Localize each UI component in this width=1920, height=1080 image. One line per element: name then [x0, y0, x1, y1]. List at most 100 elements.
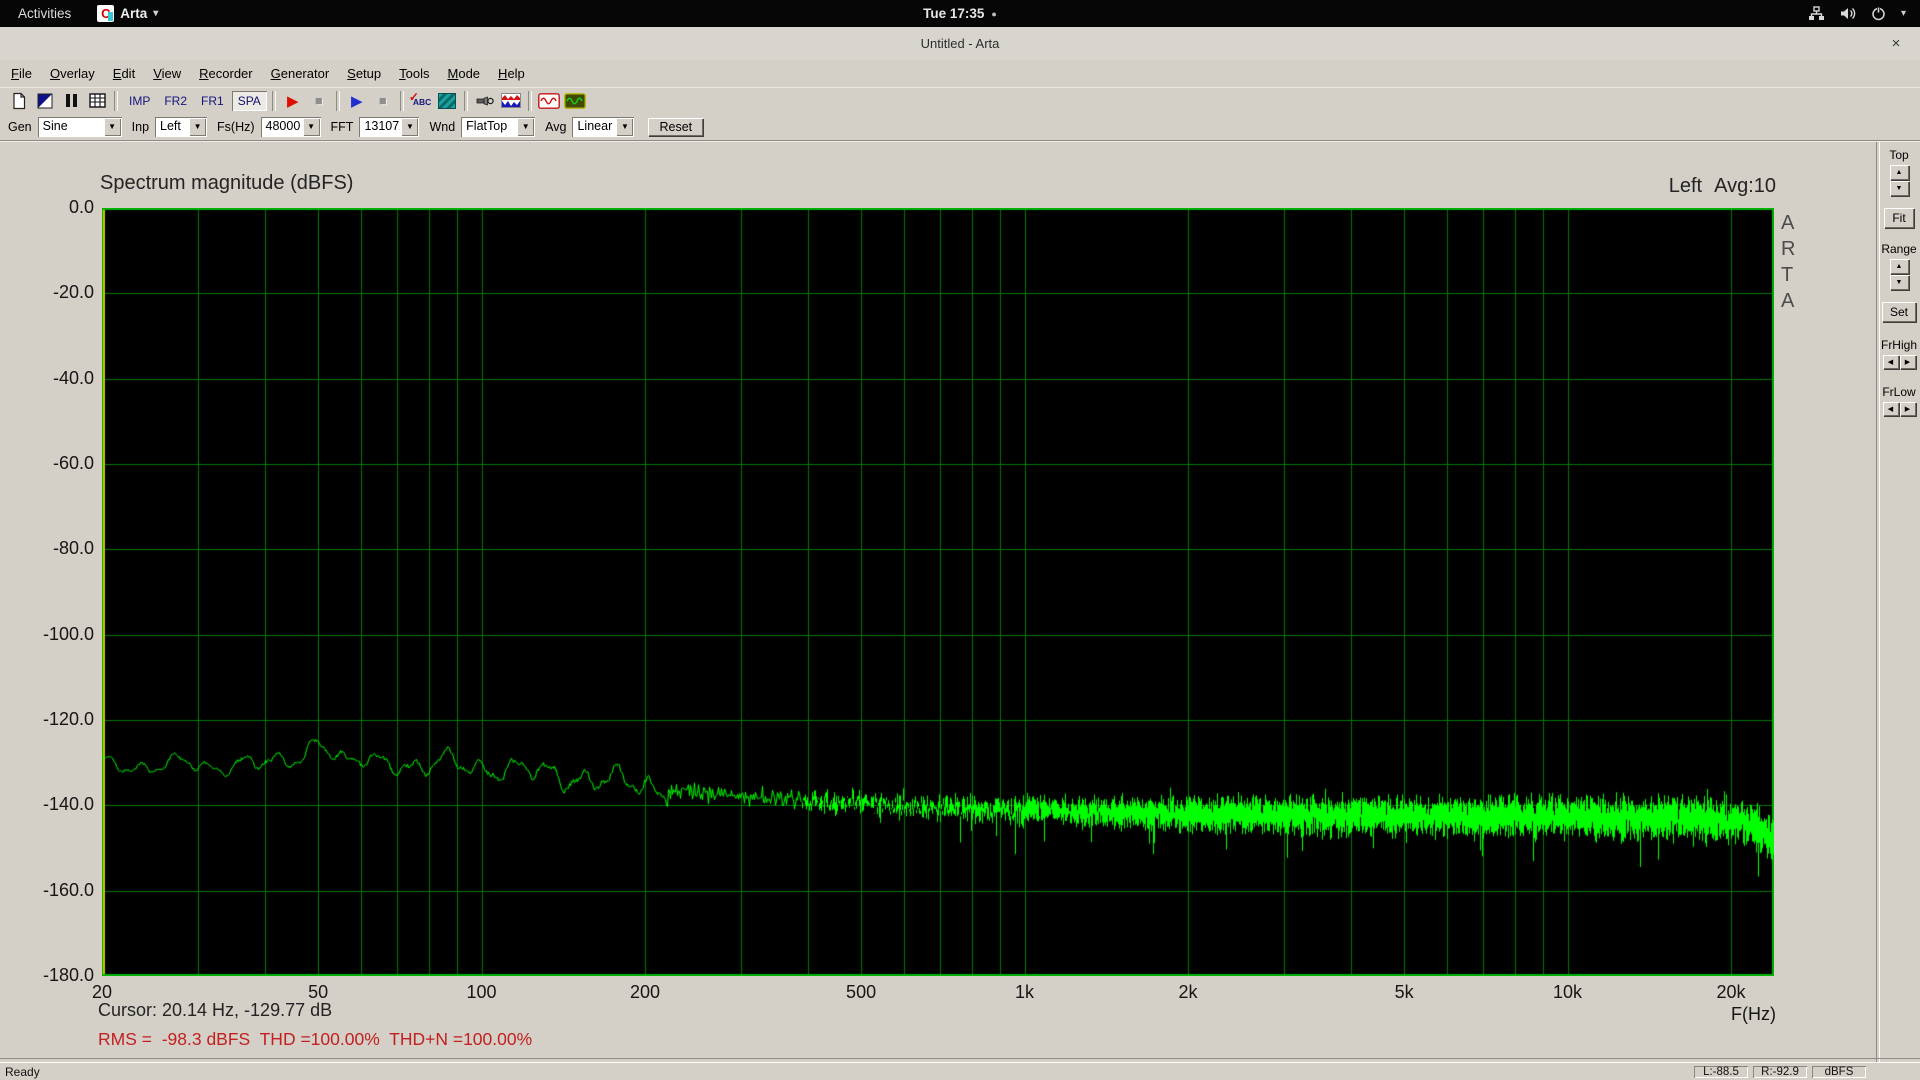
- fft-select[interactable]: 131072 ▼: [359, 117, 419, 137]
- flashlight-icon: [476, 94, 494, 108]
- fft-label: FFT: [331, 120, 354, 134]
- top-down-button[interactable]: ▼: [1890, 181, 1909, 196]
- frlow-decrease-button[interactable]: ◀: [1883, 402, 1899, 416]
- x-tick-label: 2k: [1178, 982, 1197, 1003]
- generator-stop-button[interactable]: ■: [370, 90, 396, 112]
- generator-play-icon: ▶: [351, 92, 363, 110]
- frlow-increase-button[interactable]: ▶: [1900, 402, 1916, 416]
- avg-select[interactable]: Linear ▼: [572, 117, 634, 137]
- new-file-icon: [11, 92, 27, 110]
- status-message: Ready: [0, 1065, 40, 1079]
- reset-button[interactable]: Reset: [648, 118, 703, 136]
- chevron-down-icon[interactable]: ▼: [189, 118, 206, 136]
- main-toolbar: IMPFR2FR1SPA ▶ ■ ▶ ■ ✓ ABC: [0, 87, 1920, 113]
- record-play-icon: ▶: [287, 92, 299, 110]
- chevron-down-icon[interactable]: ▼: [401, 118, 418, 136]
- toolbar-separator: [400, 91, 404, 111]
- fit-button[interactable]: Fit: [1884, 208, 1913, 228]
- wnd-label: Wnd: [429, 120, 455, 134]
- smoothing-button[interactable]: [434, 90, 460, 112]
- unit-indicator: dBFS: [1812, 1066, 1866, 1078]
- generator-start-button[interactable]: ▶: [344, 90, 370, 112]
- toolbar-separator: [464, 91, 468, 111]
- scale-control-panel: Top ▲ ▼ Fit Range ▲ ▼ Set FrHigh ◀ ▶ FrL…: [1878, 142, 1920, 1063]
- mode-button-spa[interactable]: SPA: [232, 91, 267, 111]
- chevron-down-icon[interactable]: ▼: [104, 118, 121, 136]
- app-menu-button[interactable]: C Arta ▾: [97, 5, 158, 22]
- record-stop-button[interactable]: ■: [306, 90, 332, 112]
- pause-button[interactable]: [58, 90, 84, 112]
- status-bar: Ready L:-88.5 R:-92.9 dBFS: [0, 1062, 1920, 1080]
- y-tick-label: -140.0: [0, 794, 94, 815]
- chevron-down-icon: ▾: [153, 8, 158, 19]
- top-up-button[interactable]: ▲: [1890, 165, 1909, 180]
- frhigh-decrease-button[interactable]: ◀: [1883, 355, 1899, 369]
- y-tick-label: -80.0: [0, 538, 94, 559]
- range-up-button[interactable]: ▲: [1890, 259, 1909, 274]
- activities-button[interactable]: Activities: [10, 4, 79, 23]
- menu-item-setup[interactable]: Setup: [338, 63, 390, 84]
- watermark-letter: R: [1781, 236, 1795, 262]
- mode-button-imp[interactable]: IMP: [123, 91, 156, 111]
- set-button[interactable]: Set: [1882, 302, 1916, 322]
- menu-item-mode[interactable]: Mode: [439, 63, 490, 84]
- menu-item-tools[interactable]: Tools: [390, 63, 438, 84]
- menu-item-view[interactable]: View: [144, 63, 190, 84]
- overlay-button[interactable]: [32, 90, 58, 112]
- inp-select[interactable]: Left ▼: [155, 117, 207, 137]
- mode-button-fr2[interactable]: FR2: [158, 91, 193, 111]
- watermark-letter: A: [1781, 288, 1794, 314]
- arta-logo-icon: C: [97, 5, 114, 22]
- toolbar-separator: [336, 91, 340, 111]
- spectrum-analyzer-button[interactable]: [562, 90, 588, 112]
- window-title-bar[interactable]: Untitled - Arta ×: [0, 27, 1920, 61]
- gen-select[interactable]: Sine ▼: [38, 117, 122, 137]
- record-start-button[interactable]: ▶: [280, 90, 306, 112]
- status-bar-groove: [0, 1058, 1920, 1063]
- new-file-button[interactable]: [6, 90, 32, 112]
- menu-item-edit[interactable]: Edit: [104, 63, 144, 84]
- abc-check-icon: ✓ ABC: [409, 92, 433, 110]
- record-stop-icon: ■: [315, 93, 323, 108]
- right-level-indicator: R:-92.9: [1753, 1066, 1807, 1078]
- x-tick-label: 500: [846, 982, 876, 1003]
- desktop-top-bar: Activities C Arta ▾ Tue 17:35 ●: [0, 0, 1920, 27]
- left-level-indicator: L:-88.5: [1694, 1066, 1748, 1078]
- table-view-button[interactable]: [84, 90, 110, 112]
- menu-item-overlay[interactable]: Overlay: [41, 63, 104, 84]
- system-status-area[interactable]: ▾: [1808, 5, 1920, 22]
- clock-button[interactable]: Tue 17:35 ●: [923, 6, 997, 21]
- menu-item-generator[interactable]: Generator: [262, 63, 339, 84]
- channel-label: Left: [1669, 175, 1702, 197]
- red-sine-icon: [538, 93, 560, 109]
- wnd-select[interactable]: FlatTop ▼: [461, 117, 535, 137]
- pause-icon: [66, 94, 77, 107]
- measurement-controls-bar: Gen Sine ▼ Inp Left ▼ Fs(Hz) 48000 ▼ FFT…: [0, 113, 1920, 141]
- green-sine-icon: [564, 93, 586, 109]
- x-tick-label: 5k: [1395, 982, 1414, 1003]
- close-icon[interactable]: ×: [1884, 31, 1908, 55]
- spectrum-plot[interactable]: [102, 208, 1774, 976]
- menu-item-recorder[interactable]: Recorder: [190, 63, 261, 84]
- x-tick-label: 200: [630, 982, 660, 1003]
- toolbar-separator: [114, 91, 118, 111]
- chevron-down-icon[interactable]: ▼: [517, 118, 534, 136]
- avg-value: Linear: [572, 117, 615, 137]
- chart-title: Spectrum magnitude (dBFS): [100, 172, 353, 195]
- menu-item-file[interactable]: File: [2, 63, 41, 84]
- avg-label: Avg: [545, 120, 566, 134]
- chevron-down-icon[interactable]: ▼: [303, 118, 320, 136]
- frhigh-label: FrHigh: [1881, 338, 1917, 352]
- toolbar-separator: [272, 91, 276, 111]
- signal-record-button[interactable]: [498, 90, 524, 112]
- mode-button-fr1[interactable]: FR1: [195, 91, 230, 111]
- fs-select[interactable]: 48000 ▼: [261, 117, 321, 137]
- calibrate-button[interactable]: ✓ ABC: [408, 90, 434, 112]
- sine-generator-button[interactable]: [536, 90, 562, 112]
- frhigh-increase-button[interactable]: ▶: [1900, 355, 1916, 369]
- range-down-button[interactable]: ▼: [1890, 275, 1909, 290]
- spectrum-canvas[interactable]: [102, 208, 1774, 976]
- microphone-button[interactable]: [472, 90, 498, 112]
- chevron-down-icon[interactable]: ▼: [616, 118, 633, 136]
- menu-item-help[interactable]: Help: [489, 63, 534, 84]
